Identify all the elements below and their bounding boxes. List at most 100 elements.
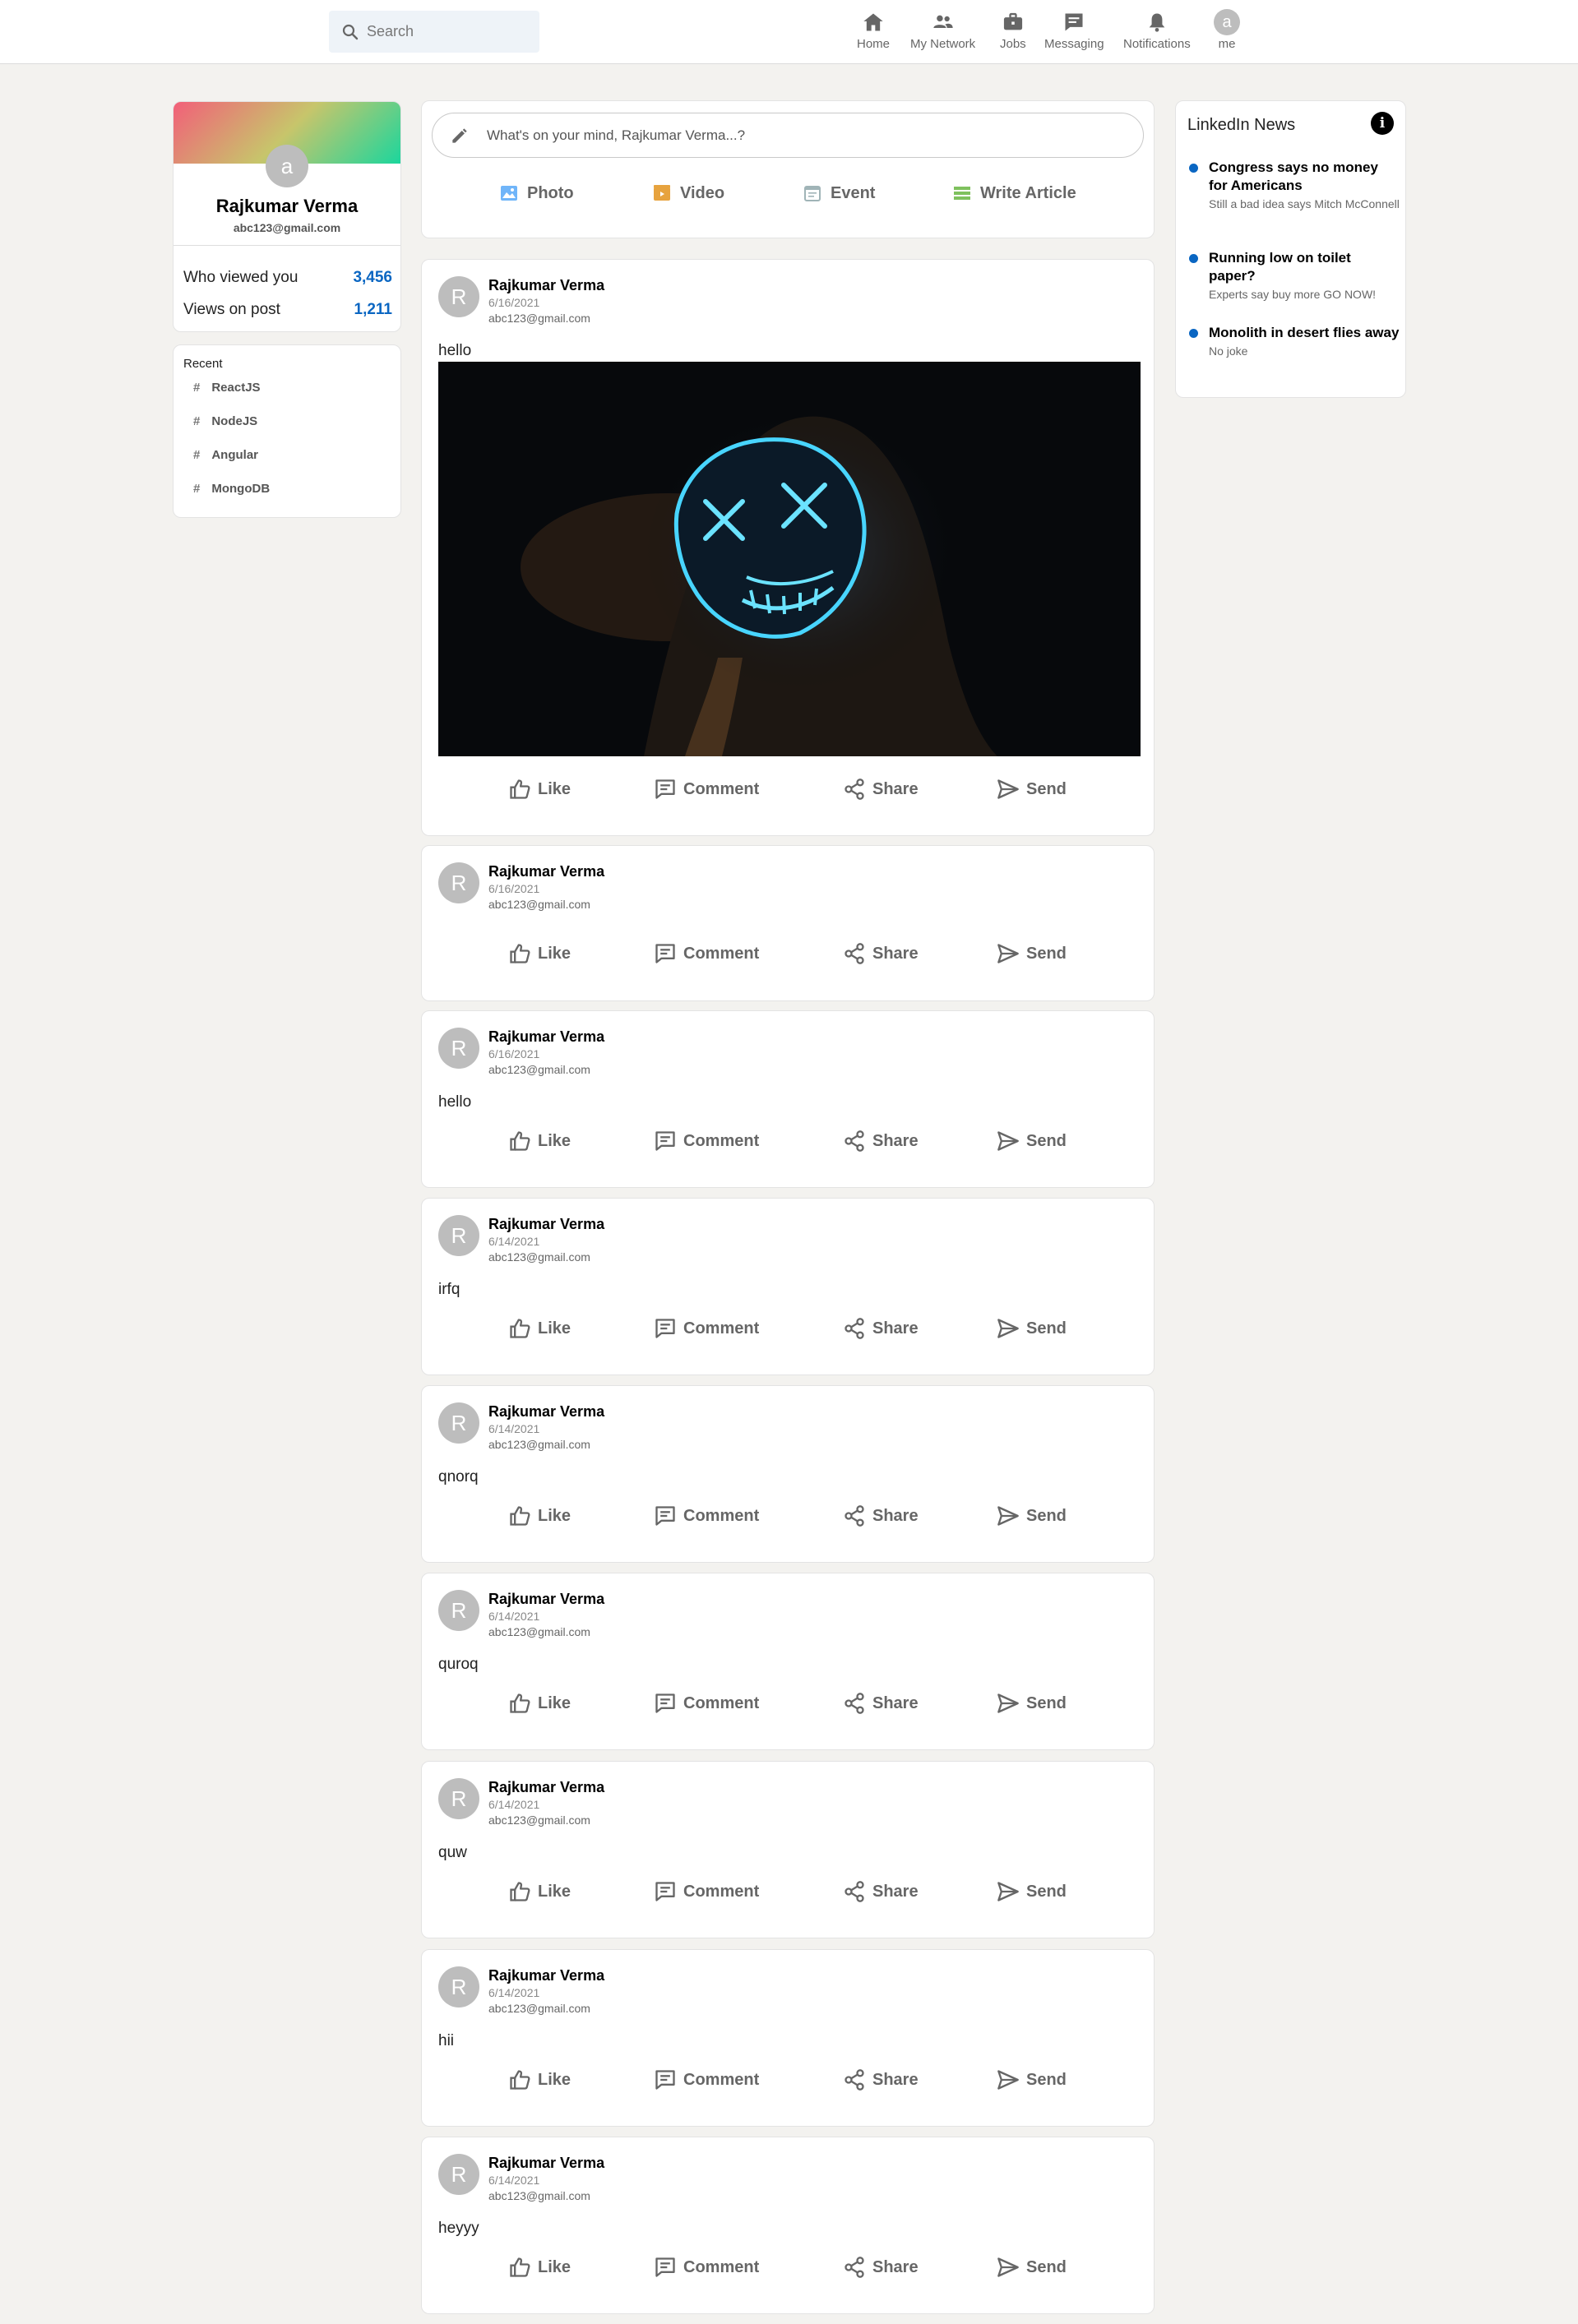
post-avatar[interactable]: R [438, 1966, 479, 2008]
comment-button[interactable]: Comment [654, 942, 759, 965]
like-button[interactable]: Like [508, 1130, 571, 1153]
post-avatar[interactable]: R [438, 2154, 479, 2195]
like-button[interactable]: Like [508, 1692, 571, 1715]
post-author[interactable]: Rajkumar Verma [488, 1216, 604, 1233]
comment-button[interactable]: Comment [654, 1317, 759, 1340]
news-item[interactable]: Running low on toilet paper? Experts say… [1187, 249, 1400, 303]
comment-button[interactable]: Comment [654, 1504, 759, 1527]
nav-jobs[interactable]: Jobs [1000, 10, 1026, 56]
post-author[interactable]: Rajkumar Verma [488, 1779, 604, 1796]
write-article-button[interactable]: Write Article [952, 183, 1076, 203]
like-button[interactable]: Like [508, 2256, 571, 2279]
news-item-subtitle: No joke [1209, 344, 1248, 358]
stat-who-viewed[interactable]: Who viewed you 3,456 [183, 269, 392, 287]
comment-button[interactable]: Comment [654, 1880, 759, 1903]
post-author[interactable]: Rajkumar Verma [488, 1403, 604, 1421]
video-button[interactable]: Video [652, 183, 724, 203]
like-button[interactable]: Like [508, 1504, 571, 1527]
send-button[interactable]: Send [997, 1880, 1067, 1903]
post-email: abc123@gmail.com [488, 898, 590, 911]
send-button[interactable]: Send [997, 778, 1067, 801]
action-label: Comment [683, 2257, 760, 2276]
action-label: Send [1026, 1506, 1067, 1525]
send-button[interactable]: Send [997, 1317, 1067, 1340]
profile-email: abc123@gmail.com [233, 221, 341, 234]
send-button[interactable]: Send [997, 1504, 1067, 1527]
post-text: quw [438, 1844, 467, 1861]
post-author[interactable]: Rajkumar Verma [488, 863, 604, 880]
share-button[interactable]: Share [843, 1130, 919, 1153]
share-button[interactable]: Share [843, 1692, 919, 1715]
send-icon [997, 1131, 1019, 1151]
news-item[interactable]: Congress says no money for Americans Sti… [1187, 159, 1400, 212]
profile-avatar[interactable]: a [266, 145, 308, 187]
tag-label: MongoDB [211, 482, 271, 496]
post-avatar[interactable]: R [438, 1778, 479, 1819]
nav-messaging[interactable]: Messaging [1044, 10, 1104, 56]
news-title: LinkedIn News [1187, 116, 1296, 134]
share-button[interactable]: Share [843, 942, 919, 965]
post-avatar[interactable]: R [438, 862, 479, 903]
event-button[interactable]: Event [803, 183, 875, 203]
like-button[interactable]: Like [508, 2068, 571, 2091]
comment-button[interactable]: Comment [654, 2068, 759, 2091]
nav-my-network[interactable]: My Network [910, 10, 975, 56]
send-button[interactable]: Send [997, 1692, 1067, 1715]
post-avatar[interactable]: R [438, 1590, 479, 1631]
nav-notifications[interactable]: Notifications [1123, 10, 1191, 56]
info-icon[interactable]: i [1371, 112, 1394, 135]
photo-button[interactable]: Photo [499, 183, 574, 203]
post-date: 6/14/2021 [488, 2174, 540, 2187]
briefcase-icon [1003, 12, 1022, 30]
search-input[interactable] [367, 23, 531, 40]
nav-home[interactable]: Home [857, 10, 890, 56]
post-image[interactable] [438, 362, 1141, 756]
share-button[interactable]: Share [843, 1317, 919, 1340]
recent-tag[interactable]: # MongoDB [193, 482, 270, 496]
post-avatar[interactable]: R [438, 1402, 479, 1444]
post-author[interactable]: Rajkumar Verma [488, 1591, 604, 1608]
profile-name[interactable]: Rajkumar Verma [174, 196, 400, 217]
post-avatar[interactable]: R [438, 1028, 479, 1069]
post-author[interactable]: Rajkumar Verma [488, 2155, 604, 2172]
comment-button[interactable]: Comment [654, 1130, 759, 1153]
like-button[interactable]: Like [508, 1880, 571, 1903]
comment-icon [655, 1131, 675, 1151]
post-author[interactable]: Rajkumar Verma [488, 277, 604, 294]
like-button[interactable]: Like [508, 1317, 571, 1340]
post-author[interactable]: Rajkumar Verma [488, 1967, 604, 1984]
recent-tag[interactable]: # NodeJS [193, 414, 257, 428]
nav-me[interactable]: a me [1214, 9, 1240, 56]
send-button[interactable]: Send [997, 2256, 1067, 2279]
send-icon [997, 1506, 1019, 1526]
like-button[interactable]: Like [508, 778, 571, 801]
post-avatar[interactable]: R [438, 1215, 479, 1256]
share-button[interactable]: Share [843, 1504, 919, 1527]
share-button[interactable]: Share [843, 1880, 919, 1903]
post-input[interactable]: What's on your mind, Rajkumar Verma...? [432, 113, 1144, 158]
post-avatar[interactable]: R [438, 276, 479, 317]
share-button[interactable]: Share [843, 2068, 919, 2091]
recent-tag[interactable]: # Angular [193, 448, 258, 462]
share-icon [845, 2069, 864, 2091]
bullet-dot [1189, 329, 1198, 338]
send-button[interactable]: Send [997, 1130, 1067, 1153]
share-button[interactable]: Share [843, 2256, 919, 2279]
comment-button[interactable]: Comment [654, 2256, 759, 2279]
post-card: R Rajkumar Verma 6/14/2021 abc123@gmail.… [421, 1949, 1155, 2127]
search-bar[interactable] [329, 11, 539, 53]
news-item[interactable]: Monolith in desert flies away No joke [1187, 324, 1400, 359]
nav-label: Jobs [1000, 37, 1026, 51]
recent-tag[interactable]: # ReactJS [193, 381, 261, 395]
home-icon [863, 13, 883, 31]
send-button[interactable]: Send [997, 2068, 1067, 2091]
comment-icon [655, 2257, 675, 2277]
like-button[interactable]: Like [508, 942, 571, 965]
share-button[interactable]: Share [843, 778, 919, 801]
comment-button[interactable]: Comment [654, 778, 759, 801]
news-item-title: Congress says no money for Americans [1209, 159, 1378, 193]
post-author[interactable]: Rajkumar Verma [488, 1028, 604, 1046]
comment-button[interactable]: Comment [654, 1692, 759, 1715]
send-button[interactable]: Send [997, 942, 1067, 965]
stat-views-on-post[interactable]: Views on post 1,211 [183, 301, 392, 319]
